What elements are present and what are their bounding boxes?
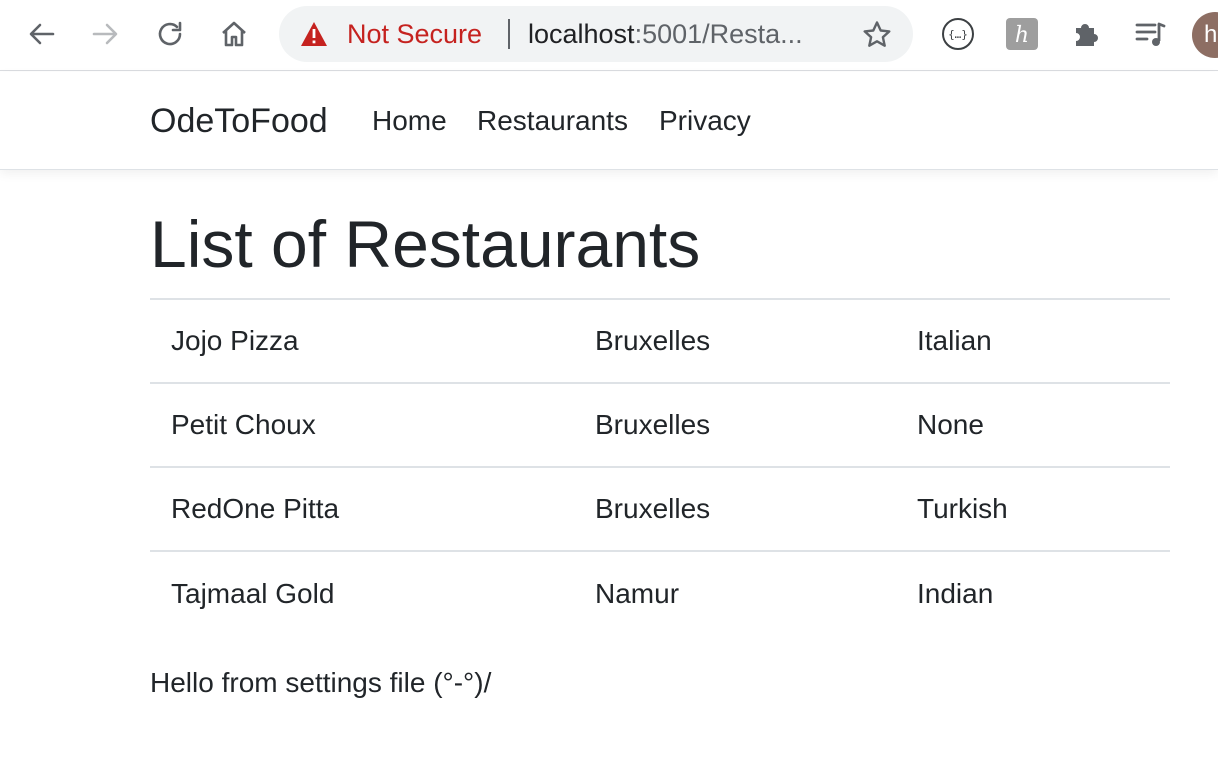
- browser-toolbar: Not Secure localhost:5001/Resta... {…} h…: [0, 0, 1218, 71]
- restaurants-table: Jojo Pizza Bruxelles Italian Petit Choux…: [150, 298, 1170, 635]
- restaurant-cuisine: None: [896, 382, 1170, 467]
- media-playlist-icon[interactable]: [1130, 14, 1170, 54]
- restaurant-name: RedOne Pitta: [150, 466, 574, 551]
- url-text[interactable]: localhost:5001/Resta...: [528, 6, 803, 62]
- svg-text:h: h: [1015, 23, 1029, 48]
- brand-link[interactable]: OdeToFood: [150, 72, 328, 170]
- page-title: List of Restaurants: [150, 207, 701, 281]
- restaurant-location: Bruxelles: [574, 382, 896, 467]
- forward-arrow-icon[interactable]: [85, 14, 125, 54]
- settings-message: Hello from settings file (°-°)/: [150, 667, 492, 698]
- bookmark-star-icon[interactable]: [861, 19, 893, 51]
- site-navbar: OdeToFood Home Restaurants Privacy: [0, 72, 1218, 170]
- reload-icon[interactable]: [150, 14, 190, 54]
- svg-text:{…}: {…}: [948, 28, 968, 41]
- nav-link-restaurants[interactable]: Restaurants: [477, 72, 628, 170]
- home-icon[interactable]: [214, 14, 254, 54]
- nav-link-home[interactable]: Home: [372, 72, 447, 170]
- restaurant-name: Tajmaal Gold: [150, 550, 574, 635]
- nav-link-privacy[interactable]: Privacy: [659, 72, 751, 170]
- restaurant-location: Bruxelles: [574, 466, 896, 551]
- json-viewer-extension-icon[interactable]: {…}: [938, 14, 978, 54]
- back-arrow-icon[interactable]: [22, 14, 62, 54]
- url-host: localhost: [528, 19, 635, 49]
- table-row: RedOne Pitta Bruxelles Turkish: [150, 466, 1170, 551]
- restaurant-location: Namur: [574, 550, 896, 635]
- address-separator: [508, 19, 510, 49]
- table-row: Jojo Pizza Bruxelles Italian: [150, 299, 1170, 383]
- table-row: Petit Choux Bruxelles None: [150, 382, 1170, 467]
- restaurant-name: Jojo Pizza: [171, 325, 299, 356]
- restaurant-name: Petit Choux: [150, 382, 574, 467]
- restaurant-cuisine: Indian: [896, 550, 1170, 635]
- restaurant-location: Bruxelles: [595, 325, 711, 356]
- url-path: :5001/Resta...: [634, 19, 803, 49]
- puzzle-extensions-icon[interactable]: [1066, 14, 1106, 54]
- restaurant-cuisine: Italian: [917, 325, 992, 356]
- address-bar[interactable]: Not Secure localhost:5001/Resta...: [279, 6, 913, 62]
- warning-triangle-icon[interactable]: [300, 21, 328, 47]
- table-row: Tajmaal Gold Namur Indian: [150, 550, 1170, 635]
- honey-extension-icon[interactable]: h: [1002, 14, 1042, 54]
- profile-avatar[interactable]: h: [1192, 12, 1218, 58]
- security-status-label[interactable]: Not Secure: [347, 6, 482, 62]
- restaurant-cuisine: Turkish: [896, 466, 1170, 551]
